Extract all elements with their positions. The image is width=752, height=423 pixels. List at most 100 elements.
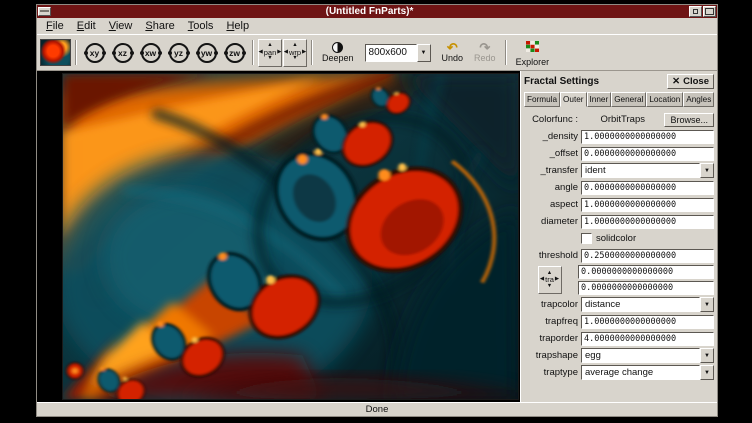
- tab-angles[interactable]: Angles: [683, 92, 714, 107]
- trapcoords-right-icon[interactable]: ▶: [555, 277, 559, 283]
- rotate-yw-button[interactable]: yw: [193, 39, 220, 66]
- trapcoords-down-icon[interactable]: ▼: [547, 284, 552, 290]
- warp-down-icon[interactable]: ▼: [292, 56, 297, 62]
- menubar: File Edit View Share Tools Help: [37, 18, 717, 34]
- trapshape-dropdown-icon[interactable]: ▼: [700, 348, 714, 363]
- traptype-value: average change: [581, 365, 700, 380]
- rotate-dial-icon: xy: [85, 43, 105, 63]
- iconify-icon: [693, 9, 698, 14]
- density-input[interactable]: [581, 130, 714, 144]
- rotate-dial-icon: yw: [197, 43, 217, 63]
- tab-outer[interactable]: Outer: [560, 92, 586, 107]
- warp-fourway[interactable]: ▲ ◀ wrp ▶ ▼: [283, 39, 307, 67]
- deepen-label: Deepen: [322, 53, 354, 63]
- traporder-input[interactable]: [581, 332, 714, 346]
- menu-view[interactable]: View: [103, 19, 140, 33]
- pan-down-icon[interactable]: ▼: [267, 56, 272, 62]
- maximize-button[interactable]: [703, 6, 716, 17]
- redo-label: Redo: [474, 53, 496, 63]
- titlebar[interactable]: (Untitled FnParts)*: [37, 5, 717, 18]
- traporder-label: traporder: [524, 333, 581, 344]
- tab-formula[interactable]: Formula: [524, 92, 560, 107]
- fractal-settings-panel: Fractal Settings ✕ Close Formula Outer I…: [520, 71, 717, 402]
- undo-button[interactable]: ↶ Undo: [437, 38, 469, 67]
- resolution-dropdown-icon[interactable]: ▼: [417, 44, 431, 62]
- deepen-icon: [332, 42, 343, 53]
- menu-tools[interactable]: Tools: [182, 19, 221, 33]
- toolbar: xy xz xw yz yw zw ▲ ◀ pan ▶ ▼ ▲ ◀ wrp ▶ …: [37, 34, 717, 71]
- aspect-input[interactable]: [581, 198, 714, 212]
- solidcolor-checkbox[interactable]: [581, 233, 592, 244]
- traptype-dropdown-icon[interactable]: ▼: [700, 365, 714, 380]
- transfer-combo[interactable]: ident ▼: [581, 163, 714, 178]
- tab-inner[interactable]: Inner: [587, 92, 612, 107]
- settings-tabs: Formula Outer Inner General Location Ang…: [524, 92, 714, 107]
- tab-location[interactable]: Location: [646, 92, 683, 107]
- pan-fourway[interactable]: ▲ ◀ pan ▶ ▼: [258, 39, 282, 67]
- menu-edit[interactable]: Edit: [71, 19, 103, 33]
- undo-label: Undo: [442, 53, 464, 63]
- traptype-label: traptype: [524, 367, 581, 378]
- close-label: Close: [683, 76, 709, 87]
- statusbar: Done: [37, 402, 717, 416]
- explorer-icon: [526, 39, 539, 57]
- toolbar-separator: [252, 40, 254, 65]
- close-icon: ✕: [672, 76, 680, 87]
- rotate-yz-button[interactable]: yz: [165, 39, 192, 66]
- deepen-button[interactable]: Deepen: [317, 38, 359, 67]
- app-window: (Untitled FnParts)* File Edit View Share…: [36, 4, 718, 417]
- rotate-xw-button[interactable]: xw: [137, 39, 164, 66]
- status-text: Done: [366, 404, 389, 415]
- trapfreq-input[interactable]: [581, 315, 714, 329]
- offset-input[interactable]: [581, 147, 714, 161]
- explorer-label: Explorer: [516, 57, 550, 67]
- fractal-preview-icon[interactable]: [40, 39, 71, 66]
- trapcoords-y-input[interactable]: [578, 281, 714, 295]
- trapcoords-x-input[interactable]: [578, 265, 714, 279]
- trapcoords-left-icon[interactable]: ◀: [540, 277, 544, 283]
- rotate-dial-icon: xw: [141, 43, 161, 63]
- threshold-input[interactable]: [581, 249, 714, 263]
- rotate-zw-button[interactable]: zw: [221, 39, 248, 66]
- pan-left-icon[interactable]: ◀: [259, 50, 263, 56]
- warp-right-icon[interactable]: ▶: [302, 50, 306, 56]
- trapcoords-row: ▲ ◀ tra ▶ ▼: [524, 265, 714, 295]
- menu-file[interactable]: File: [40, 19, 71, 33]
- trapcoords-fourway[interactable]: ▲ ◀ tra ▶ ▼: [538, 266, 562, 294]
- toolbar-separator: [75, 40, 77, 65]
- angle-input[interactable]: [581, 181, 714, 195]
- rotate-xy-button[interactable]: xy: [81, 39, 108, 66]
- toolbar-separator: [505, 40, 507, 65]
- pan-right-icon[interactable]: ▶: [277, 50, 281, 56]
- trapshape-combo[interactable]: egg ▼: [581, 348, 714, 363]
- canvas-margin: [37, 71, 61, 402]
- diameter-label: diameter: [524, 216, 581, 227]
- redo-button[interactable]: ↷ Redo: [469, 38, 501, 67]
- rotate-dial-icon: zw: [225, 43, 245, 63]
- close-panel-button[interactable]: ✕ Close: [667, 74, 714, 89]
- trapcolor-combo[interactable]: distance ▼: [581, 297, 714, 312]
- tab-general[interactable]: General: [611, 92, 646, 107]
- trapshape-label: trapshape: [524, 350, 581, 361]
- window-title: (Untitled FnParts)*: [51, 5, 688, 18]
- transfer-dropdown-icon[interactable]: ▼: [700, 163, 714, 178]
- diameter-input[interactable]: [581, 215, 714, 229]
- warp-left-icon[interactable]: ◀: [284, 50, 288, 56]
- density-label: _density: [524, 131, 581, 142]
- trapshape-value: egg: [581, 348, 700, 363]
- traptype-combo[interactable]: average change ▼: [581, 365, 714, 380]
- trapcolor-dropdown-icon[interactable]: ▼: [700, 297, 714, 312]
- rotate-xz-button[interactable]: xz: [109, 39, 136, 66]
- explorer-button[interactable]: Explorer: [511, 38, 555, 67]
- main-content: Fractal Settings ✕ Close Formula Outer I…: [37, 71, 717, 402]
- menu-help[interactable]: Help: [220, 19, 256, 33]
- trapcolor-label: trapcolor: [524, 299, 581, 310]
- menu-share[interactable]: Share: [139, 19, 181, 33]
- transfer-value: ident: [581, 163, 700, 178]
- window-menu-icon[interactable]: [38, 7, 51, 16]
- iconify-button[interactable]: [689, 6, 702, 17]
- threshold-label: threshold: [524, 250, 581, 261]
- browse-button[interactable]: Browse...: [664, 113, 714, 127]
- fractal-canvas[interactable]: [62, 73, 519, 400]
- resolution-combo[interactable]: 800x600 ▼: [365, 44, 431, 62]
